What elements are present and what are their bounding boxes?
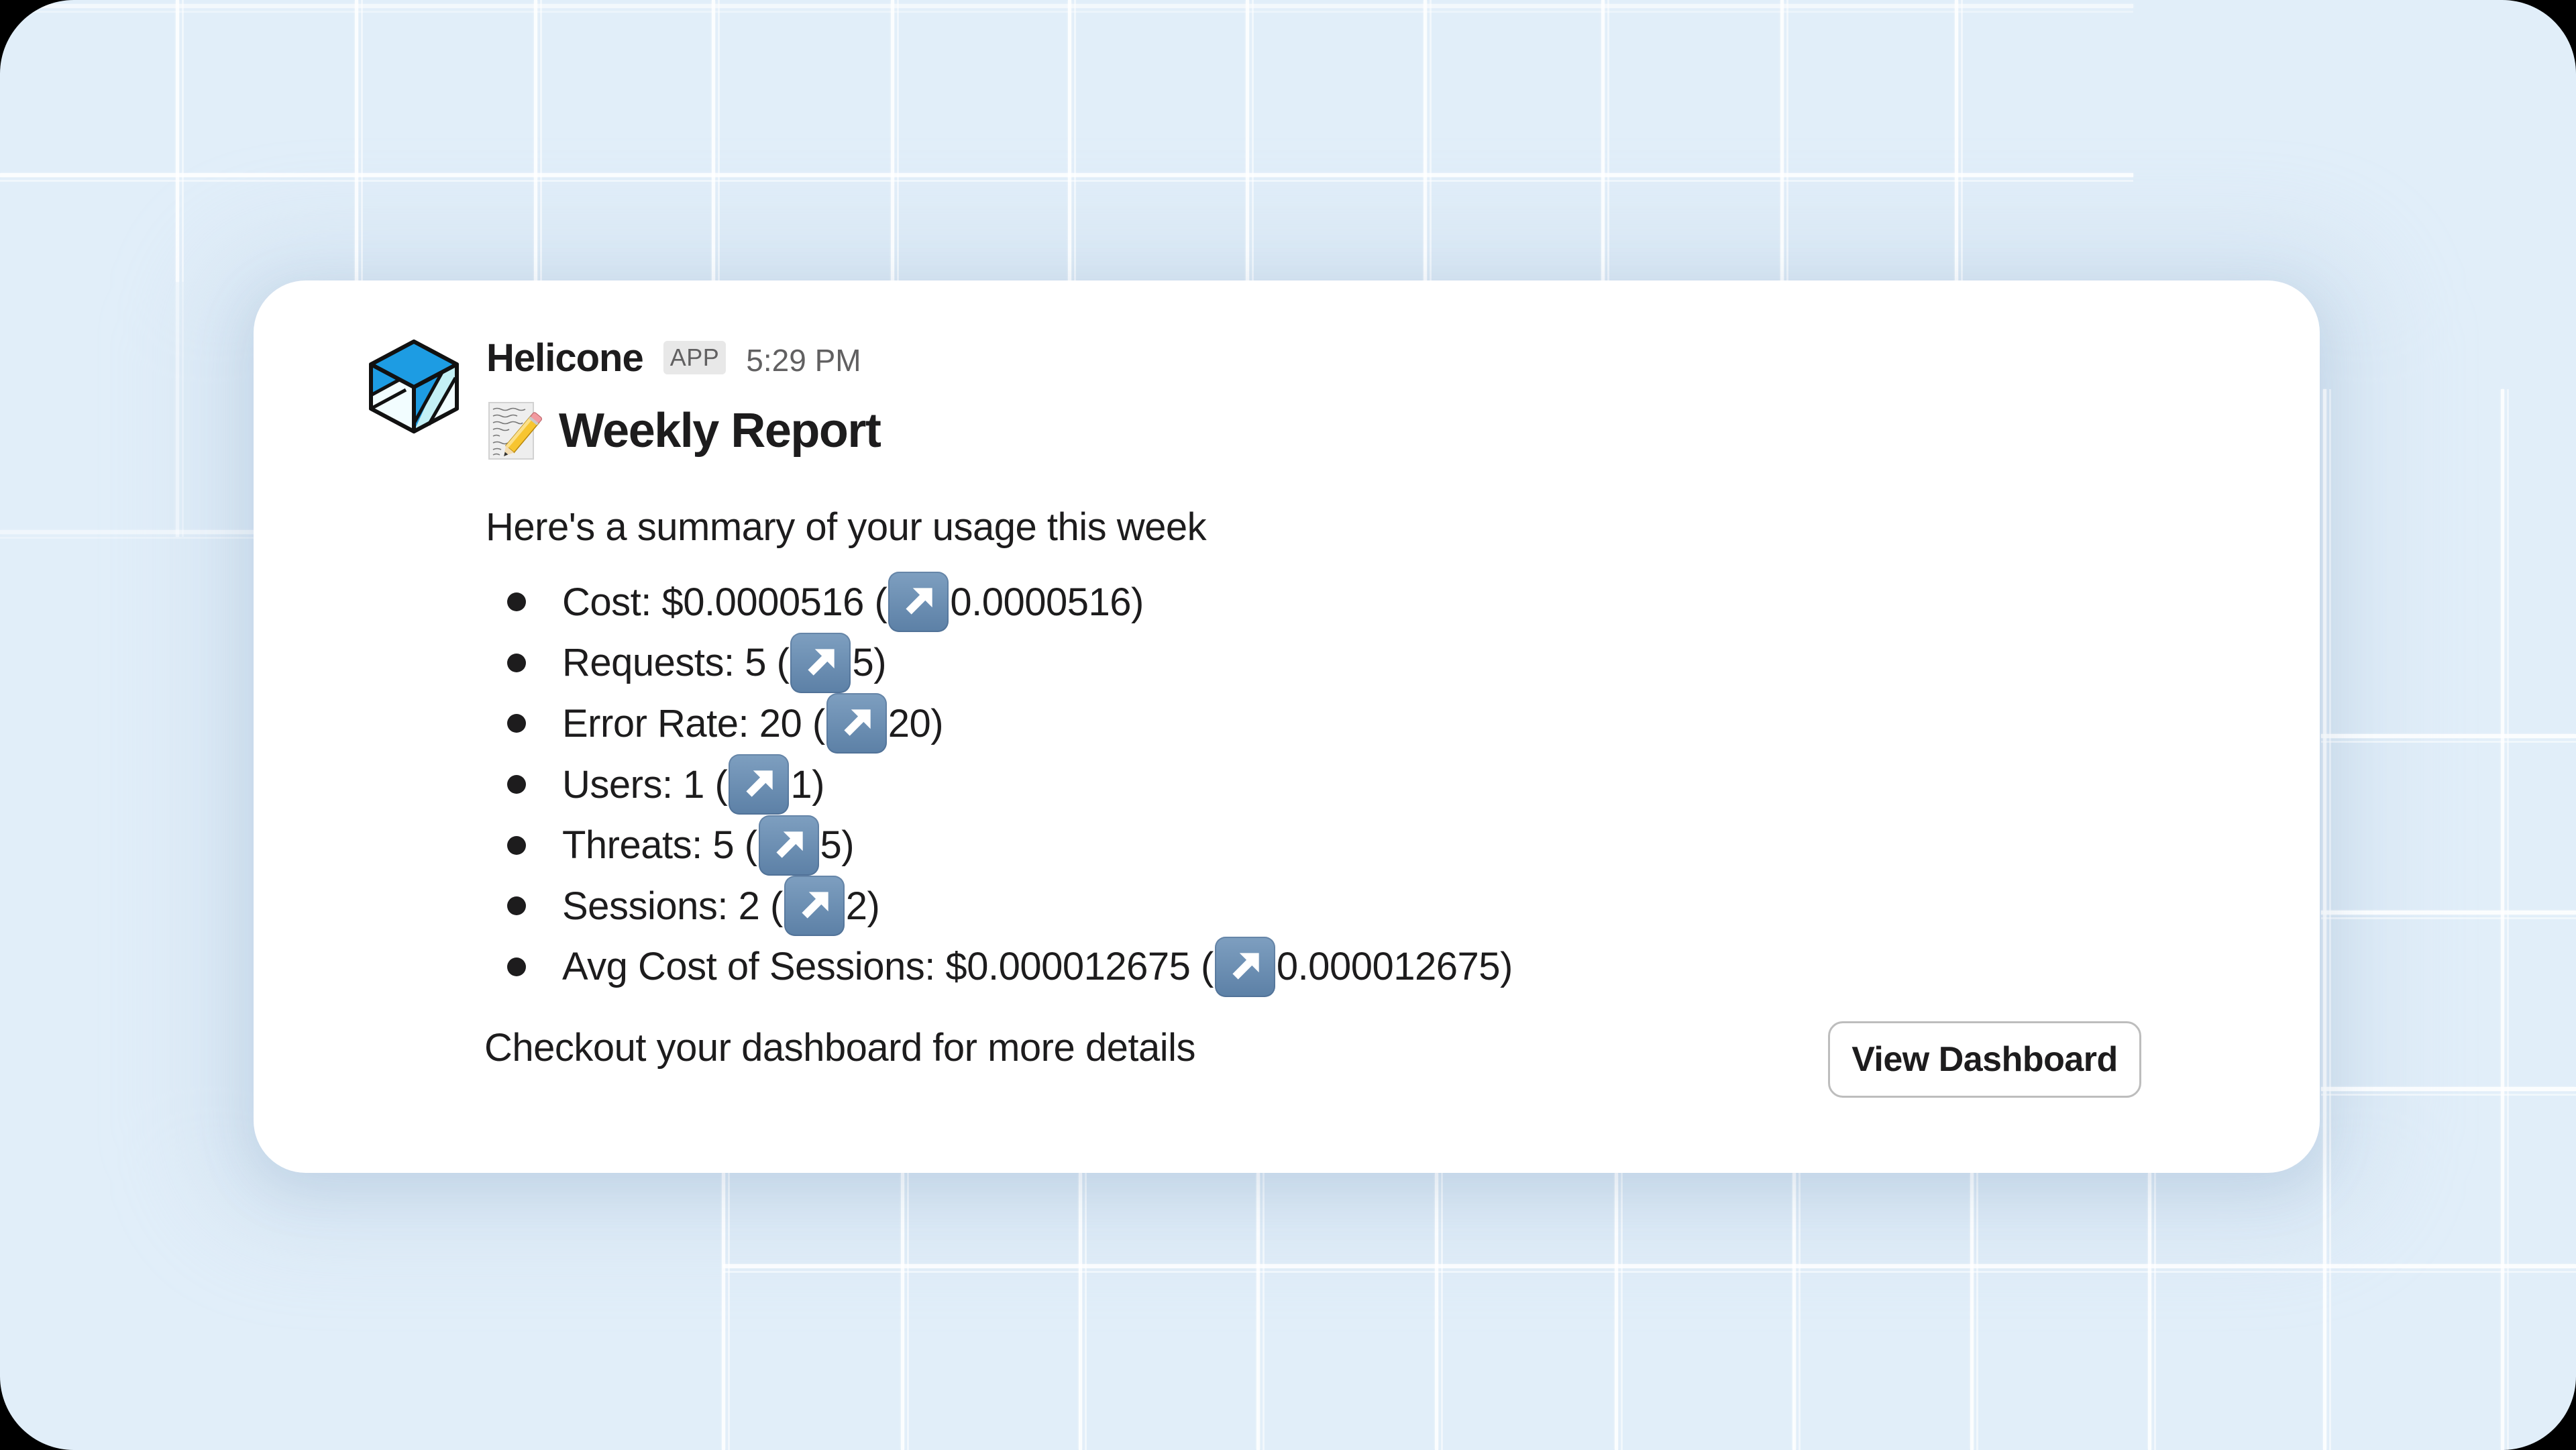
up-right-arrow-icon (790, 632, 851, 693)
metric-item: Error Rate: 20 ( 20) (496, 693, 1513, 754)
message-header: Helicone APP 5:29 PM (486, 331, 861, 384)
up-right-arrow-icon (729, 754, 790, 815)
metric-item: Requests: 5 ( 5) (496, 632, 1513, 694)
metric-change: 0.0000516) (950, 580, 1144, 624)
metric-item: Users: 1 ( 1) (496, 754, 1513, 815)
grid-line (1435, 1173, 1443, 1450)
grid-line (1424, 0, 1432, 282)
metric-change: 2) (845, 884, 880, 928)
metric-item: Sessions: 2 ( 2) (496, 876, 1513, 937)
metric-label: Sessions: 2 ( (562, 884, 783, 928)
grid-line (1792, 1173, 1801, 1450)
grid-line (723, 1264, 2576, 1273)
grid-line (0, 530, 255, 539)
metric-label: Avg Cost of Sessions: $0.000012675 ( (562, 945, 1214, 989)
grid-line (0, 173, 2133, 182)
grid-line (1955, 0, 1963, 282)
metric-change: 0.000012675) (1276, 945, 1513, 989)
memo-icon (488, 402, 543, 460)
bullet-icon (507, 592, 526, 612)
grid-line (2321, 734, 2576, 743)
report-title-row: Weekly Report (488, 400, 881, 462)
view-dashboard-button[interactable]: View Dashboard (1828, 1021, 2141, 1098)
grid-line (2501, 389, 2509, 1450)
up-right-arrow-icon (826, 693, 887, 754)
grid-line (1256, 1173, 1265, 1450)
metric-change: 1) (790, 762, 824, 807)
grid-line (176, 0, 184, 282)
message-timestamp[interactable]: 5:29 PM (746, 342, 861, 378)
grid-line (2148, 1173, 2156, 1450)
grid-line (1246, 0, 1254, 282)
grid-line (1068, 0, 1076, 282)
metric-change: 20) (888, 701, 944, 745)
metric-label: Users: 1 ( (562, 762, 728, 807)
grid-line (901, 1173, 909, 1450)
grid-line (2321, 911, 2576, 919)
up-right-arrow-icon (1214, 936, 1275, 997)
up-right-arrow-icon (758, 815, 819, 876)
metric-item: Cost: $0.0000516 ( 0.0000516) (496, 572, 1513, 633)
sender-name[interactable]: Helicone (486, 335, 644, 380)
grid-line (722, 1173, 730, 1450)
grid-line (712, 0, 720, 282)
outro-text: Checkout your dashboard for more details (484, 1026, 1196, 1070)
grid-line (1601, 0, 1609, 282)
grid-line (1970, 1173, 1978, 1450)
grid-line (534, 0, 542, 282)
metric-label: Error Rate: 20 ( (562, 701, 825, 745)
bullet-icon (507, 896, 526, 916)
report-title: Weekly Report (559, 404, 881, 458)
metric-change: 5) (852, 641, 887, 685)
metric-label: Cost: $0.0000516 ( (562, 580, 888, 624)
metric-change: 5) (820, 823, 855, 868)
metric-label: Threats: 5 ( (562, 823, 757, 868)
intro-text: Here's a summary of your usage this week (486, 505, 1207, 549)
up-right-arrow-icon (784, 876, 845, 937)
grid-line (355, 0, 363, 282)
up-right-arrow-icon (888, 572, 949, 633)
metric-item: Threats: 5 ( 5) (496, 815, 1513, 876)
grid-line (891, 0, 899, 282)
bullet-icon (507, 775, 526, 794)
grid-line (1079, 1173, 1087, 1450)
grid-line (0, 4, 2133, 13)
helicone-logo-icon (369, 340, 459, 433)
grid-line (2323, 389, 2331, 1450)
metric-item: Avg Cost of Sessions: $0.000012675 ( 0.0… (496, 936, 1513, 998)
app-badge: APP (663, 341, 727, 374)
grid-line (176, 282, 184, 537)
bullet-icon (507, 835, 526, 855)
metrics-list: Cost: $0.0000516 ( 0.0000516) Requests: … (496, 572, 1513, 997)
grid-line (2321, 1087, 2576, 1096)
bullet-icon (507, 957, 526, 976)
grid-line (1615, 1173, 1623, 1450)
bullet-icon (507, 714, 526, 733)
metric-label: Requests: 5 ( (562, 641, 790, 685)
bullet-icon (507, 653, 526, 672)
grid-line (1780, 0, 1788, 282)
